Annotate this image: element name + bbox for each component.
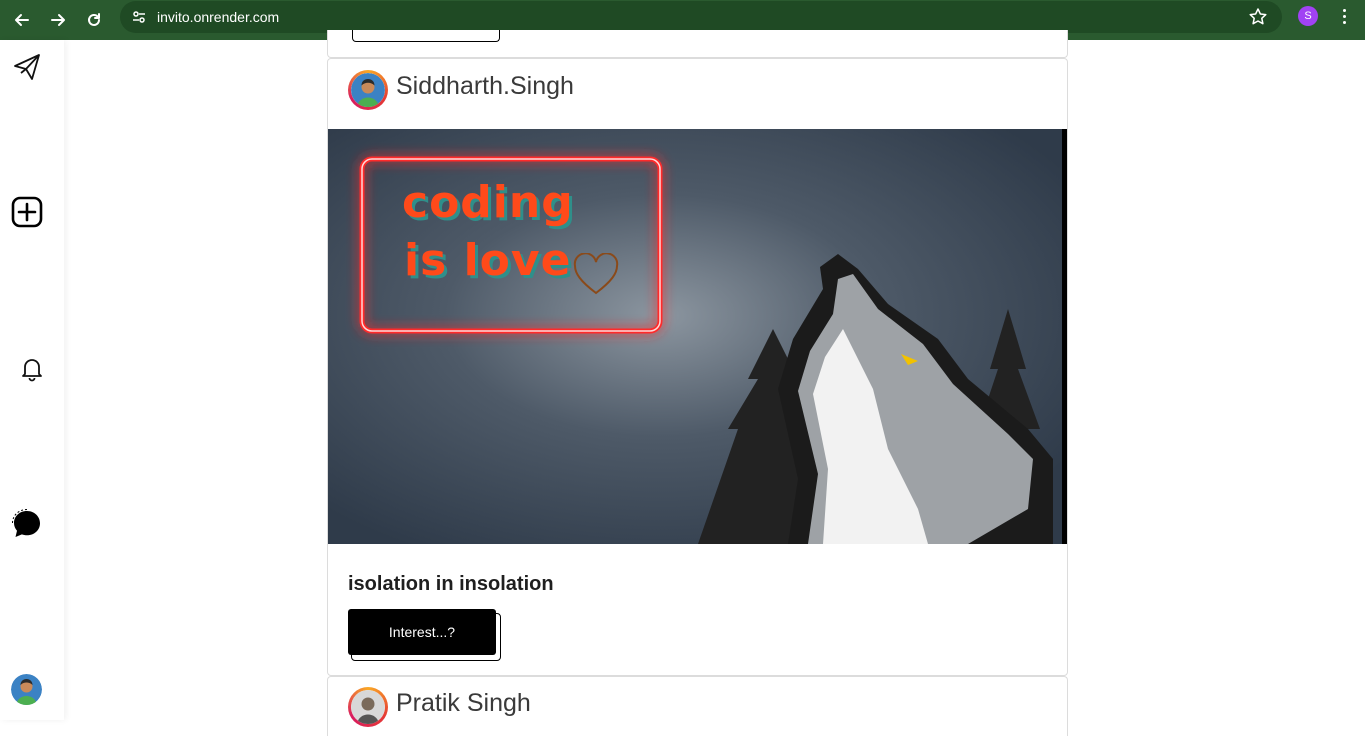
interest-button[interactable]: Interest...? [348, 609, 496, 655]
post-image: coding is love [328, 129, 1067, 544]
address-bar[interactable]: invito.onrender.com [120, 1, 1282, 33]
bookmark-star-icon[interactable] [1248, 7, 1268, 27]
previous-interest-button[interactable] [352, 30, 500, 42]
post-card: Siddharth.Singh coding is love isolation… [327, 58, 1068, 676]
author-username[interactable]: Siddharth.Singh [396, 72, 574, 101]
post-header: Siddharth.Singh [328, 59, 1067, 129]
image-text-line2: is love [404, 235, 572, 286]
next-author-avatar[interactable] [348, 687, 388, 727]
image-text-line1: coding [402, 177, 574, 228]
browser-menu-icon[interactable] [1334, 6, 1354, 26]
sidebar [0, 40, 64, 720]
previous-post-card [327, 30, 1068, 58]
reload-button[interactable] [76, 4, 112, 36]
heart-outline-icon [573, 253, 619, 295]
app-root: Siddharth.Singh coding is love isolation… [0, 30, 1365, 736]
site-settings-icon[interactable] [129, 7, 149, 27]
arrow-right-icon [51, 14, 65, 26]
chat-bubble-icon[interactable] [10, 507, 44, 541]
profile-avatar[interactable] [11, 674, 42, 705]
author-avatar[interactable] [348, 70, 388, 110]
reload-icon [88, 13, 100, 26]
back-button[interactable] [4, 4, 40, 36]
interest-button-group: Interest...? [348, 609, 501, 661]
url-text[interactable]: invito.onrender.com [157, 9, 279, 25]
paper-plane-icon[interactable] [12, 52, 42, 82]
bell-icon[interactable] [18, 355, 46, 383]
next-post-card: Pratik Singh [327, 676, 1068, 736]
forward-button[interactable] [40, 4, 76, 36]
arrow-left-icon [15, 14, 29, 26]
post-caption: isolation in insolation [348, 573, 554, 595]
plus-square-icon[interactable] [10, 195, 44, 229]
next-author-username[interactable]: Pratik Singh [396, 689, 531, 718]
browser-profile-avatar[interactable]: S [1298, 6, 1318, 26]
